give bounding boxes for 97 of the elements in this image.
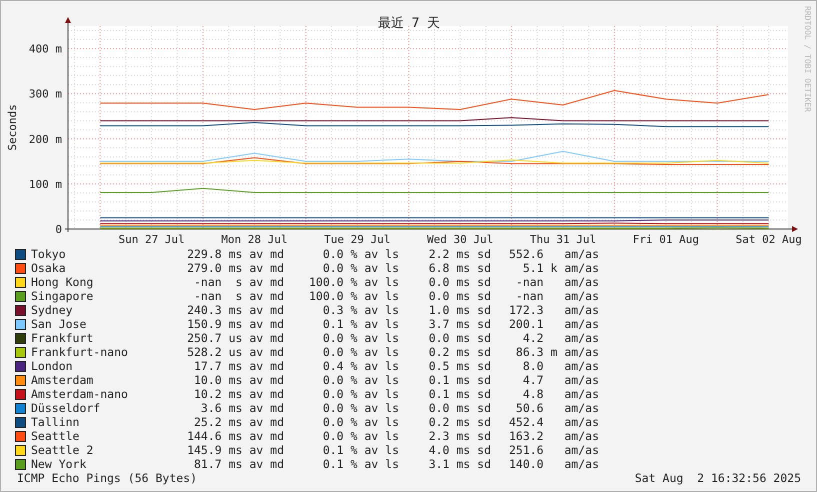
ratio-value: 172.3 am/as (508, 303, 599, 317)
median-value: 10.0 ms av md (192, 373, 284, 387)
sd-value: 0.0 ms sd (428, 331, 491, 345)
side-label: RRDTOOL / TOBI OETIKER (803, 6, 812, 112)
median-value: -nan s av md (192, 289, 284, 303)
y-axis-label: Seconds (6, 104, 19, 151)
median-value: 229.8 ms av md (186, 247, 284, 261)
ratio-value: -nan am/as (514, 289, 599, 303)
ratio-value: 8.0 am/as (522, 359, 599, 373)
median-value: 25.2 ms av md (192, 415, 284, 429)
loss-value: 0.1 % av ls (322, 443, 399, 457)
legend-name: Sydney (31, 303, 74, 317)
loss-value: 0.0 % av ls (322, 261, 399, 275)
legend-name: Seattle 2 (31, 443, 94, 457)
loss-value: 100.0 % av ls (308, 275, 399, 289)
y-tick-label: 100 m (28, 178, 62, 191)
sd-value: 2.2 ms sd (428, 247, 491, 261)
timestamp: Sat Aug 2 16:32:56 2025 (634, 471, 801, 485)
sd-value: 6.8 ms sd (428, 261, 491, 275)
x-tick-label: Sun 27 Jul (118, 233, 185, 246)
legend-name: Frankfurt-nano (31, 345, 129, 359)
median-value: 3.6 ms av md (200, 401, 284, 415)
x-tick-label: Thu 31 Jul (530, 233, 596, 246)
y-tick-label: 200 m (28, 132, 62, 146)
chart-title: 最近 7 天 (378, 16, 440, 31)
sd-value: 0.0 ms sd (428, 289, 491, 303)
loss-value: 0.0 % av ls (322, 345, 399, 359)
sd-value: 3.1 ms sd (428, 457, 491, 471)
loss-value: 100.0 % av ls (308, 289, 399, 303)
ratio-value: 86.3 m am/as (514, 345, 599, 359)
sd-value: 0.0 ms sd (428, 401, 491, 415)
legend-name: New York (31, 457, 88, 471)
sd-value: 0.0 ms sd (428, 275, 491, 289)
ratio-value: 5.1 k am/as (522, 261, 599, 275)
loss-value: 0.0 % av ls (322, 387, 399, 401)
loss-value: 0.0 % av ls (322, 373, 399, 387)
median-value: 279.0 ms av md (186, 261, 284, 275)
loss-value: 0.1 % av ls (322, 317, 399, 331)
loss-value: 0.4 % av ls (322, 359, 399, 373)
legend-name: Tokyo (31, 247, 67, 261)
sd-value: 0.1 ms sd (428, 387, 491, 401)
probe-label: ICMP Echo Pings (56 Bytes) (17, 471, 198, 485)
legend-name: Amsterdam (31, 373, 94, 387)
y-tick-label: 300 m (28, 88, 62, 101)
legend-name: San Jose (31, 317, 88, 331)
legend-name: Düsseldorf (31, 401, 102, 415)
loss-value: 0.0 % av ls (322, 247, 399, 261)
ratio-value: -nan am/as (514, 275, 599, 289)
ratio-value: 140.0 am/as (508, 457, 599, 471)
legend-name: London (31, 359, 74, 373)
ratio-value: 4.7 am/as (522, 373, 599, 387)
sd-value: 0.2 ms sd (428, 345, 491, 359)
sd-value: 2.3 ms sd (428, 429, 491, 443)
loss-value: 0.0 % av ls (322, 401, 399, 415)
sd-value: 0.1 ms sd (428, 373, 491, 387)
sd-value: 4.0 ms sd (428, 443, 491, 457)
sd-value: 0.2 ms sd (428, 415, 491, 429)
x-tick-label: Tue 29 Jul (324, 233, 390, 246)
ratio-value: 200.1 am/as (508, 317, 599, 331)
median-value: 240.3 ms av md (186, 303, 284, 317)
loss-value: 0.0 % av ls (322, 429, 399, 443)
y-tick-label: 0 (55, 223, 62, 236)
loss-value: 0.0 % av ls (322, 415, 399, 429)
ratio-value: 4.2 am/as (522, 331, 599, 345)
ratio-value: 251.6 am/as (508, 443, 599, 457)
ratio-value: 4.8 am/as (522, 387, 599, 401)
y-tick-label: 400 m (28, 42, 62, 56)
loss-value: 0.0 % av ls (322, 331, 399, 345)
x-tick-label: Mon 28 Jul (221, 233, 288, 246)
ratio-value: 50.6 am/as (514, 401, 599, 415)
legend-name: Seattle (31, 429, 80, 443)
loss-value: 0.1 % av ls (322, 457, 399, 471)
median-value: 144.6 ms av md (186, 429, 284, 443)
ratio-value: 163.2 am/as (508, 429, 599, 443)
ratio-value: 552.6 am/as (508, 247, 599, 261)
median-value: 17.7 ms av md (192, 359, 284, 373)
median-value: 10.2 ms av md (192, 387, 284, 401)
median-value: -nan s av md (192, 275, 284, 289)
x-tick-label: Sat 02 Aug (736, 233, 802, 246)
sd-value: 0.5 ms sd (428, 359, 491, 373)
legend-name: Tallinn (31, 415, 80, 429)
legend-name: Amsterdam-nano (31, 387, 129, 401)
legend-name: Osaka (31, 261, 67, 275)
median-value: 150.9 ms av md (186, 317, 284, 331)
median-value: 528.2 us av md (186, 345, 284, 359)
x-tick-label: Wed 30 Jul (427, 233, 494, 246)
median-value: 81.7 ms av md (192, 457, 284, 471)
legend-name: Frankfurt (31, 331, 94, 345)
x-tick-label: Fri 01 Aug (632, 233, 699, 246)
median-value: 250.7 us av md (186, 331, 284, 345)
sd-value: 3.7 ms sd (428, 317, 491, 331)
legend-name: Hong Kong (31, 275, 94, 289)
legend-name: Singapore (31, 289, 94, 303)
median-value: 145.9 ms av md (186, 443, 284, 457)
ratio-value: 452.4 am/as (508, 415, 599, 429)
sd-value: 1.0 ms sd (428, 303, 491, 317)
loss-value: 0.3 % av ls (322, 303, 399, 317)
